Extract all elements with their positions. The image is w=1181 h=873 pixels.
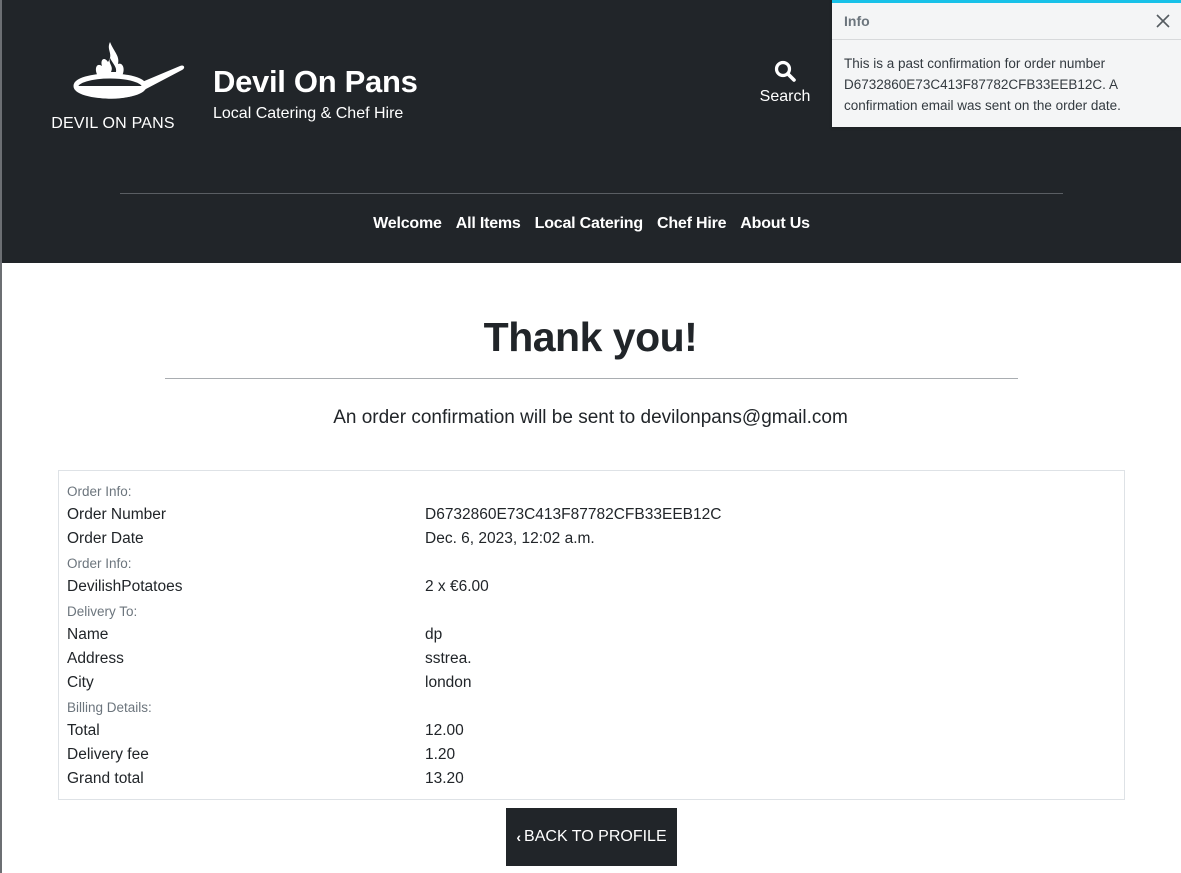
toast-message: This is a past confirmation for order nu… (844, 56, 1121, 113)
close-icon[interactable] (1153, 11, 1173, 31)
nav-item-welcome[interactable]: Welcome (373, 215, 442, 233)
nav-item-all-items[interactable]: All Items (456, 215, 521, 233)
nav-item-about-us[interactable]: About Us (740, 215, 810, 233)
search-label: Search (759, 88, 811, 105)
info-toast: Info This is a past confirmation for ord… (832, 0, 1181, 127)
order-number-label: Order Number (67, 506, 167, 523)
table-row: Order Date Dec. 6, 2023, 12:02 a.m. (67, 530, 1117, 552)
table-row: City london (67, 674, 1117, 696)
logo[interactable]: DEVIL ON PANS (50, 36, 190, 136)
table-row: Total 12.00 (67, 722, 1117, 744)
delivery-fee-label: Delivery fee (67, 746, 149, 763)
chevron-left-icon: ‹ (516, 829, 522, 845)
nav-item-chef-hire[interactable]: Chef Hire (657, 215, 727, 233)
address-label: Address (67, 650, 124, 667)
table-row: Name dp (67, 626, 1117, 648)
main-nav: Welcome All Items Local Catering Chef Hi… (2, 215, 1181, 233)
table-row: Order Number D6732860E73C413F87782CFB33E… (67, 506, 1117, 528)
order-date-value: Dec. 6, 2023, 12:02 a.m. (425, 530, 595, 547)
back-to-profile-label: BACK TO PROFILE (524, 828, 667, 845)
city-label: City (67, 674, 94, 691)
order-number-value: D6732860E73C413F87782CFB33EEB12C (425, 506, 722, 523)
grand-total-value: 13.20 (425, 770, 464, 787)
city-value: london (425, 674, 472, 691)
page-title: Thank you! (483, 314, 698, 360)
logo-text: DEVIL ON PANS (51, 115, 175, 132)
table-row: DevilishPotatoes 2 x €6.00 (67, 578, 1117, 600)
section-label-order-info: Order Info: (67, 484, 132, 499)
address-value: sstrea. (425, 650, 472, 667)
total-label: Total (67, 722, 100, 739)
toast-header: Info (832, 3, 1181, 40)
item-name: DevilishPotatoes (67, 578, 183, 595)
toast-title: Info (844, 13, 870, 29)
order-details-table: Order Info: Order Number D6732860E73C413… (58, 470, 1125, 800)
nav-divider (120, 193, 1063, 194)
table-row: Address sstrea. (67, 650, 1117, 672)
title-divider (165, 378, 1018, 379)
site-title[interactable]: Devil On Pans (213, 64, 418, 100)
table-row: Delivery fee 1.20 (67, 746, 1117, 768)
flaming-pan-icon (73, 42, 185, 99)
section-label-billing: Billing Details: (67, 700, 152, 715)
section-label-delivery: Delivery To: (67, 604, 138, 619)
section-label-items: Order Info: (67, 556, 132, 571)
total-value: 12.00 (425, 722, 464, 739)
grand-total-label: Grand total (67, 770, 144, 787)
delivery-fee-value: 1.20 (425, 746, 456, 763)
table-row: Grand total 13.20 (67, 770, 1117, 792)
name-label: Name (67, 626, 109, 643)
search-button[interactable]: Search (750, 60, 820, 106)
site-tagline: Local Catering & Chef Hire (213, 105, 404, 122)
back-to-profile-button[interactable]: ‹ BACK TO PROFILE (506, 808, 677, 866)
order-date-label: Order Date (67, 530, 144, 547)
search-icon (774, 60, 796, 82)
name-value: dp (425, 626, 443, 643)
confirmation-message: An order confirmation will be sent to de… (333, 407, 848, 428)
nav-item-local-catering[interactable]: Local Catering (535, 215, 644, 233)
item-qty-price: 2 x €6.00 (425, 578, 489, 595)
